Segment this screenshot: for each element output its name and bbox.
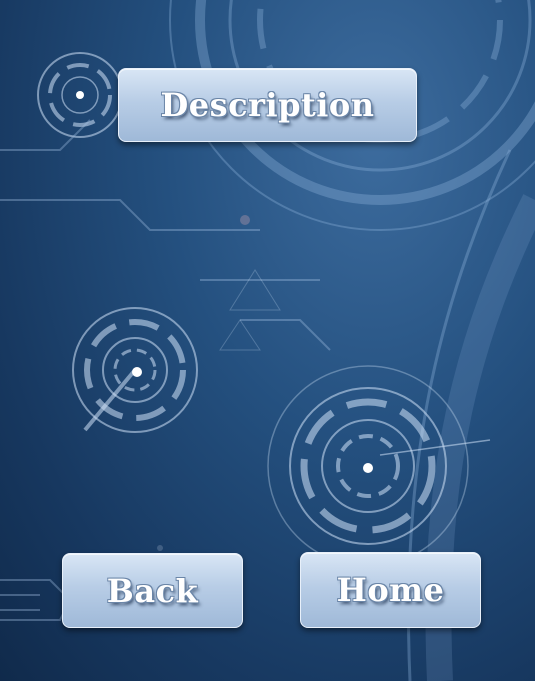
description-button-label: Description — [160, 86, 375, 124]
dial-middle-left — [72, 307, 198, 433]
back-button[interactable]: Back — [62, 553, 243, 628]
back-button-label: Back — [106, 571, 199, 610]
home-button[interactable]: Home — [300, 552, 481, 628]
description-button[interactable]: Description — [118, 68, 417, 142]
home-button-label: Home — [336, 571, 445, 609]
main-screen: Description Back Home — [0, 0, 535, 681]
dial-top-left — [37, 52, 123, 138]
